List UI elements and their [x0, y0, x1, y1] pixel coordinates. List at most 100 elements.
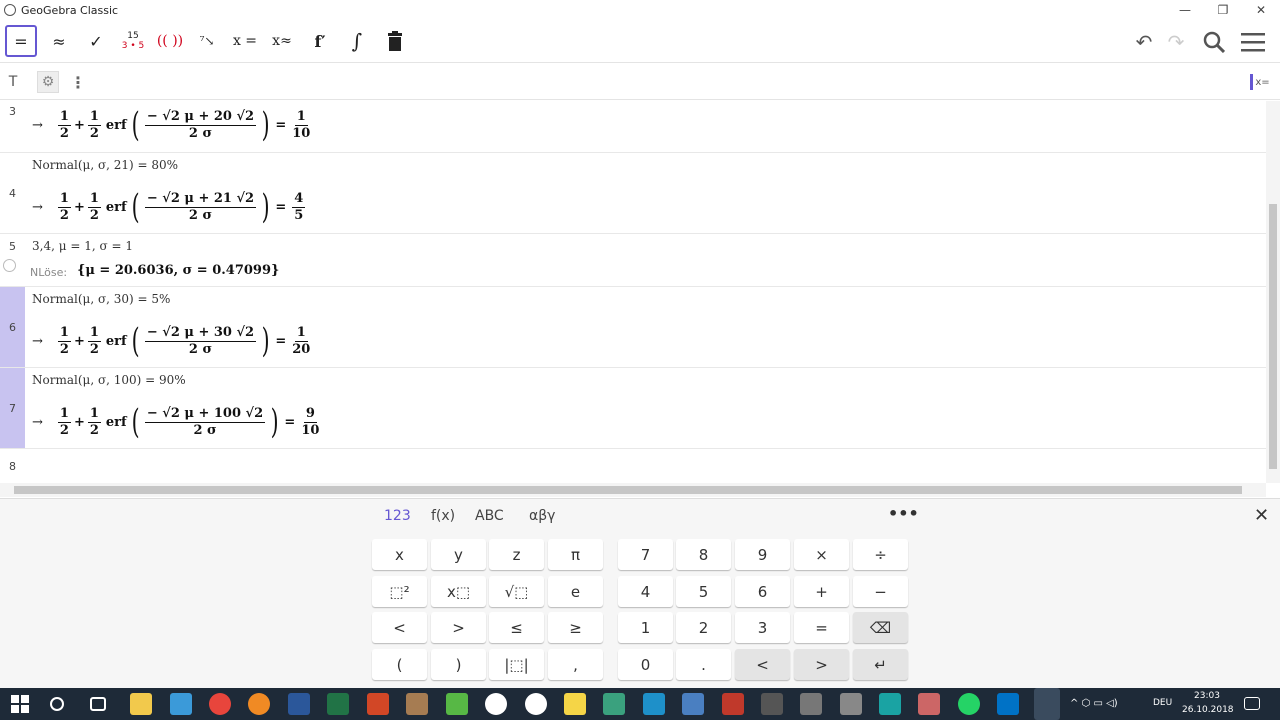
key-comma[interactable]: , [548, 649, 603, 680]
row-number[interactable]: 5 [0, 234, 25, 256]
cas-row-7[interactable]: 7 Normal(μ, σ, 100) = 90% → 12 + 12 erf … [0, 368, 1266, 449]
app-icon[interactable] [918, 693, 940, 715]
restore-button[interactable]: ❐ [1204, 0, 1242, 20]
keep-input-tool-button[interactable]: ✓ [80, 25, 112, 57]
key-6[interactable]: 6 [735, 576, 790, 607]
key-cursor-left[interactable]: < [735, 649, 790, 680]
more-options-button[interactable]: ⋮ [70, 71, 86, 93]
app-icon[interactable] [879, 693, 901, 715]
tab-123[interactable]: 123 [384, 508, 411, 524]
derivative-tool-button[interactable]: f′ [304, 25, 336, 57]
more-keys-icon[interactable]: ••• [888, 504, 919, 523]
key-5[interactable]: 5 [676, 576, 731, 607]
search-button[interactable] [1200, 28, 1228, 56]
close-keyboard-icon[interactable]: ✕ [1254, 505, 1269, 526]
task-view-icon[interactable] [90, 697, 106, 711]
whatsapp-icon[interactable] [958, 693, 980, 715]
key-3[interactable]: 3 [735, 612, 790, 643]
horizontal-scrollbar-thumb[interactable] [14, 486, 1242, 494]
file-explorer-icon[interactable] [130, 693, 152, 715]
chrome-icon[interactable] [209, 693, 231, 715]
key-less[interactable]: < [372, 612, 427, 643]
row-number[interactable]: 6 [0, 287, 25, 367]
key-power[interactable]: x⬚ [431, 576, 486, 607]
vertical-scrollbar[interactable] [1266, 101, 1280, 483]
integral-tool-button[interactable]: ∫ [341, 25, 373, 57]
numeric-tool-button[interactable]: ≈ [43, 25, 75, 57]
row-number[interactable]: 7 [0, 368, 25, 448]
key-e[interactable]: e [548, 576, 603, 607]
word-icon[interactable] [288, 693, 310, 715]
key-2[interactable]: 2 [676, 612, 731, 643]
cas-input[interactable]: 3,4, μ = 1, σ = 1 [32, 239, 133, 253]
key-8[interactable]: 8 [676, 539, 731, 570]
key-x[interactable]: x [372, 539, 427, 570]
key-multiply[interactable]: × [794, 539, 849, 570]
factor-tool-button[interactable]: 15 3 • 5 [117, 25, 149, 57]
language-indicator[interactable]: DEU [1153, 698, 1172, 708]
tab-abc[interactable]: ABC [475, 508, 504, 524]
key-backspace[interactable]: ⌫ [853, 612, 908, 643]
app-icon[interactable] [406, 693, 428, 715]
notification-icon[interactable] [1244, 697, 1260, 710]
key-plus[interactable]: + [794, 576, 849, 607]
key-greater[interactable]: > [431, 612, 486, 643]
row-number[interactable]: 8 [0, 449, 25, 483]
substitute-tool-button[interactable]: ⁷↘ [191, 25, 223, 57]
cas-row-6[interactable]: 6 Normal(μ, σ, 30) = 5% → 12 + 12 erf ( … [0, 287, 1266, 368]
geogebra-icon[interactable] [485, 693, 507, 715]
windows-start-button[interactable] [9, 693, 31, 715]
key-geq[interactable]: ≥ [548, 612, 603, 643]
cas-input[interactable]: Normal(μ, σ, 30) = 5% [32, 292, 170, 306]
undo-button[interactable]: ↶ [1130, 28, 1158, 56]
firefox-icon[interactable] [248, 693, 270, 715]
key-minus[interactable]: − [853, 576, 908, 607]
key-pi[interactable]: π [548, 539, 603, 570]
taskbar-search-icon[interactable] [50, 697, 64, 711]
app-icon[interactable] [564, 693, 586, 715]
main-menu-button[interactable] [1239, 28, 1267, 56]
cas-row-8[interactable]: 8 [0, 449, 1266, 483]
key-7[interactable]: 7 [618, 539, 673, 570]
geogebra-icon[interactable] [525, 693, 547, 715]
redo-button[interactable]: ↷ [1162, 28, 1190, 56]
horizontal-scrollbar[interactable] [0, 483, 1266, 497]
app-icon[interactable] [446, 693, 468, 715]
solve-tool-button[interactable]: x = [229, 25, 261, 57]
key-z[interactable]: z [489, 539, 544, 570]
evaluate-tool-button[interactable]: = [5, 25, 37, 57]
cas-input[interactable]: Normal(μ, σ, 21) = 80% [32, 158, 178, 172]
geogebra-active-icon[interactable] [1034, 688, 1060, 720]
key-sqrt[interactable]: √⬚ [489, 576, 544, 607]
close-window-button[interactable]: ✕ [1242, 0, 1280, 20]
solve-numerically-tool-button[interactable]: x≈ [266, 25, 298, 57]
view-toggle-button[interactable]: x= [1245, 71, 1275, 93]
key-left-paren[interactable]: ( [372, 649, 427, 680]
key-equals[interactable]: = [794, 612, 849, 643]
settings-button[interactable]: ⚙ [37, 71, 59, 93]
app-icon[interactable] [170, 693, 192, 715]
expand-tool-button[interactable]: (( )) [154, 25, 186, 57]
clock-date[interactable]: 26.10.2018 [1182, 705, 1234, 715]
app-icon[interactable] [800, 693, 822, 715]
cas-row-4[interactable]: 4 Normal(μ, σ, 21) = 80% → 12 + 12 erf (… [0, 153, 1266, 234]
app-icon[interactable] [603, 693, 625, 715]
app-icon[interactable] [643, 693, 665, 715]
key-enter[interactable]: ↵ [853, 649, 908, 680]
key-square[interactable]: ⬚² [372, 576, 427, 607]
delete-tool-button[interactable] [379, 25, 411, 57]
key-4[interactable]: 4 [618, 576, 673, 607]
app-icon[interactable] [761, 693, 783, 715]
key-9[interactable]: 9 [735, 539, 790, 570]
cas-row-3[interactable]: 3 → 12 + 12 erf ( − √2 μ + 20 √2 2 σ ) = … [0, 101, 1266, 153]
outlook-icon[interactable] [997, 693, 1019, 715]
key-right-paren[interactable]: ) [431, 649, 486, 680]
clock-time[interactable]: 23:03 [1184, 691, 1230, 701]
key-y[interactable]: y [431, 539, 486, 570]
minimize-button[interactable]: — [1166, 0, 1204, 20]
app-icon[interactable] [722, 693, 744, 715]
key-divide[interactable]: ÷ [853, 539, 908, 570]
row-number[interactable]: 4 [0, 153, 25, 233]
app-icon[interactable] [840, 693, 862, 715]
row-visibility-toggle[interactable] [3, 259, 16, 272]
